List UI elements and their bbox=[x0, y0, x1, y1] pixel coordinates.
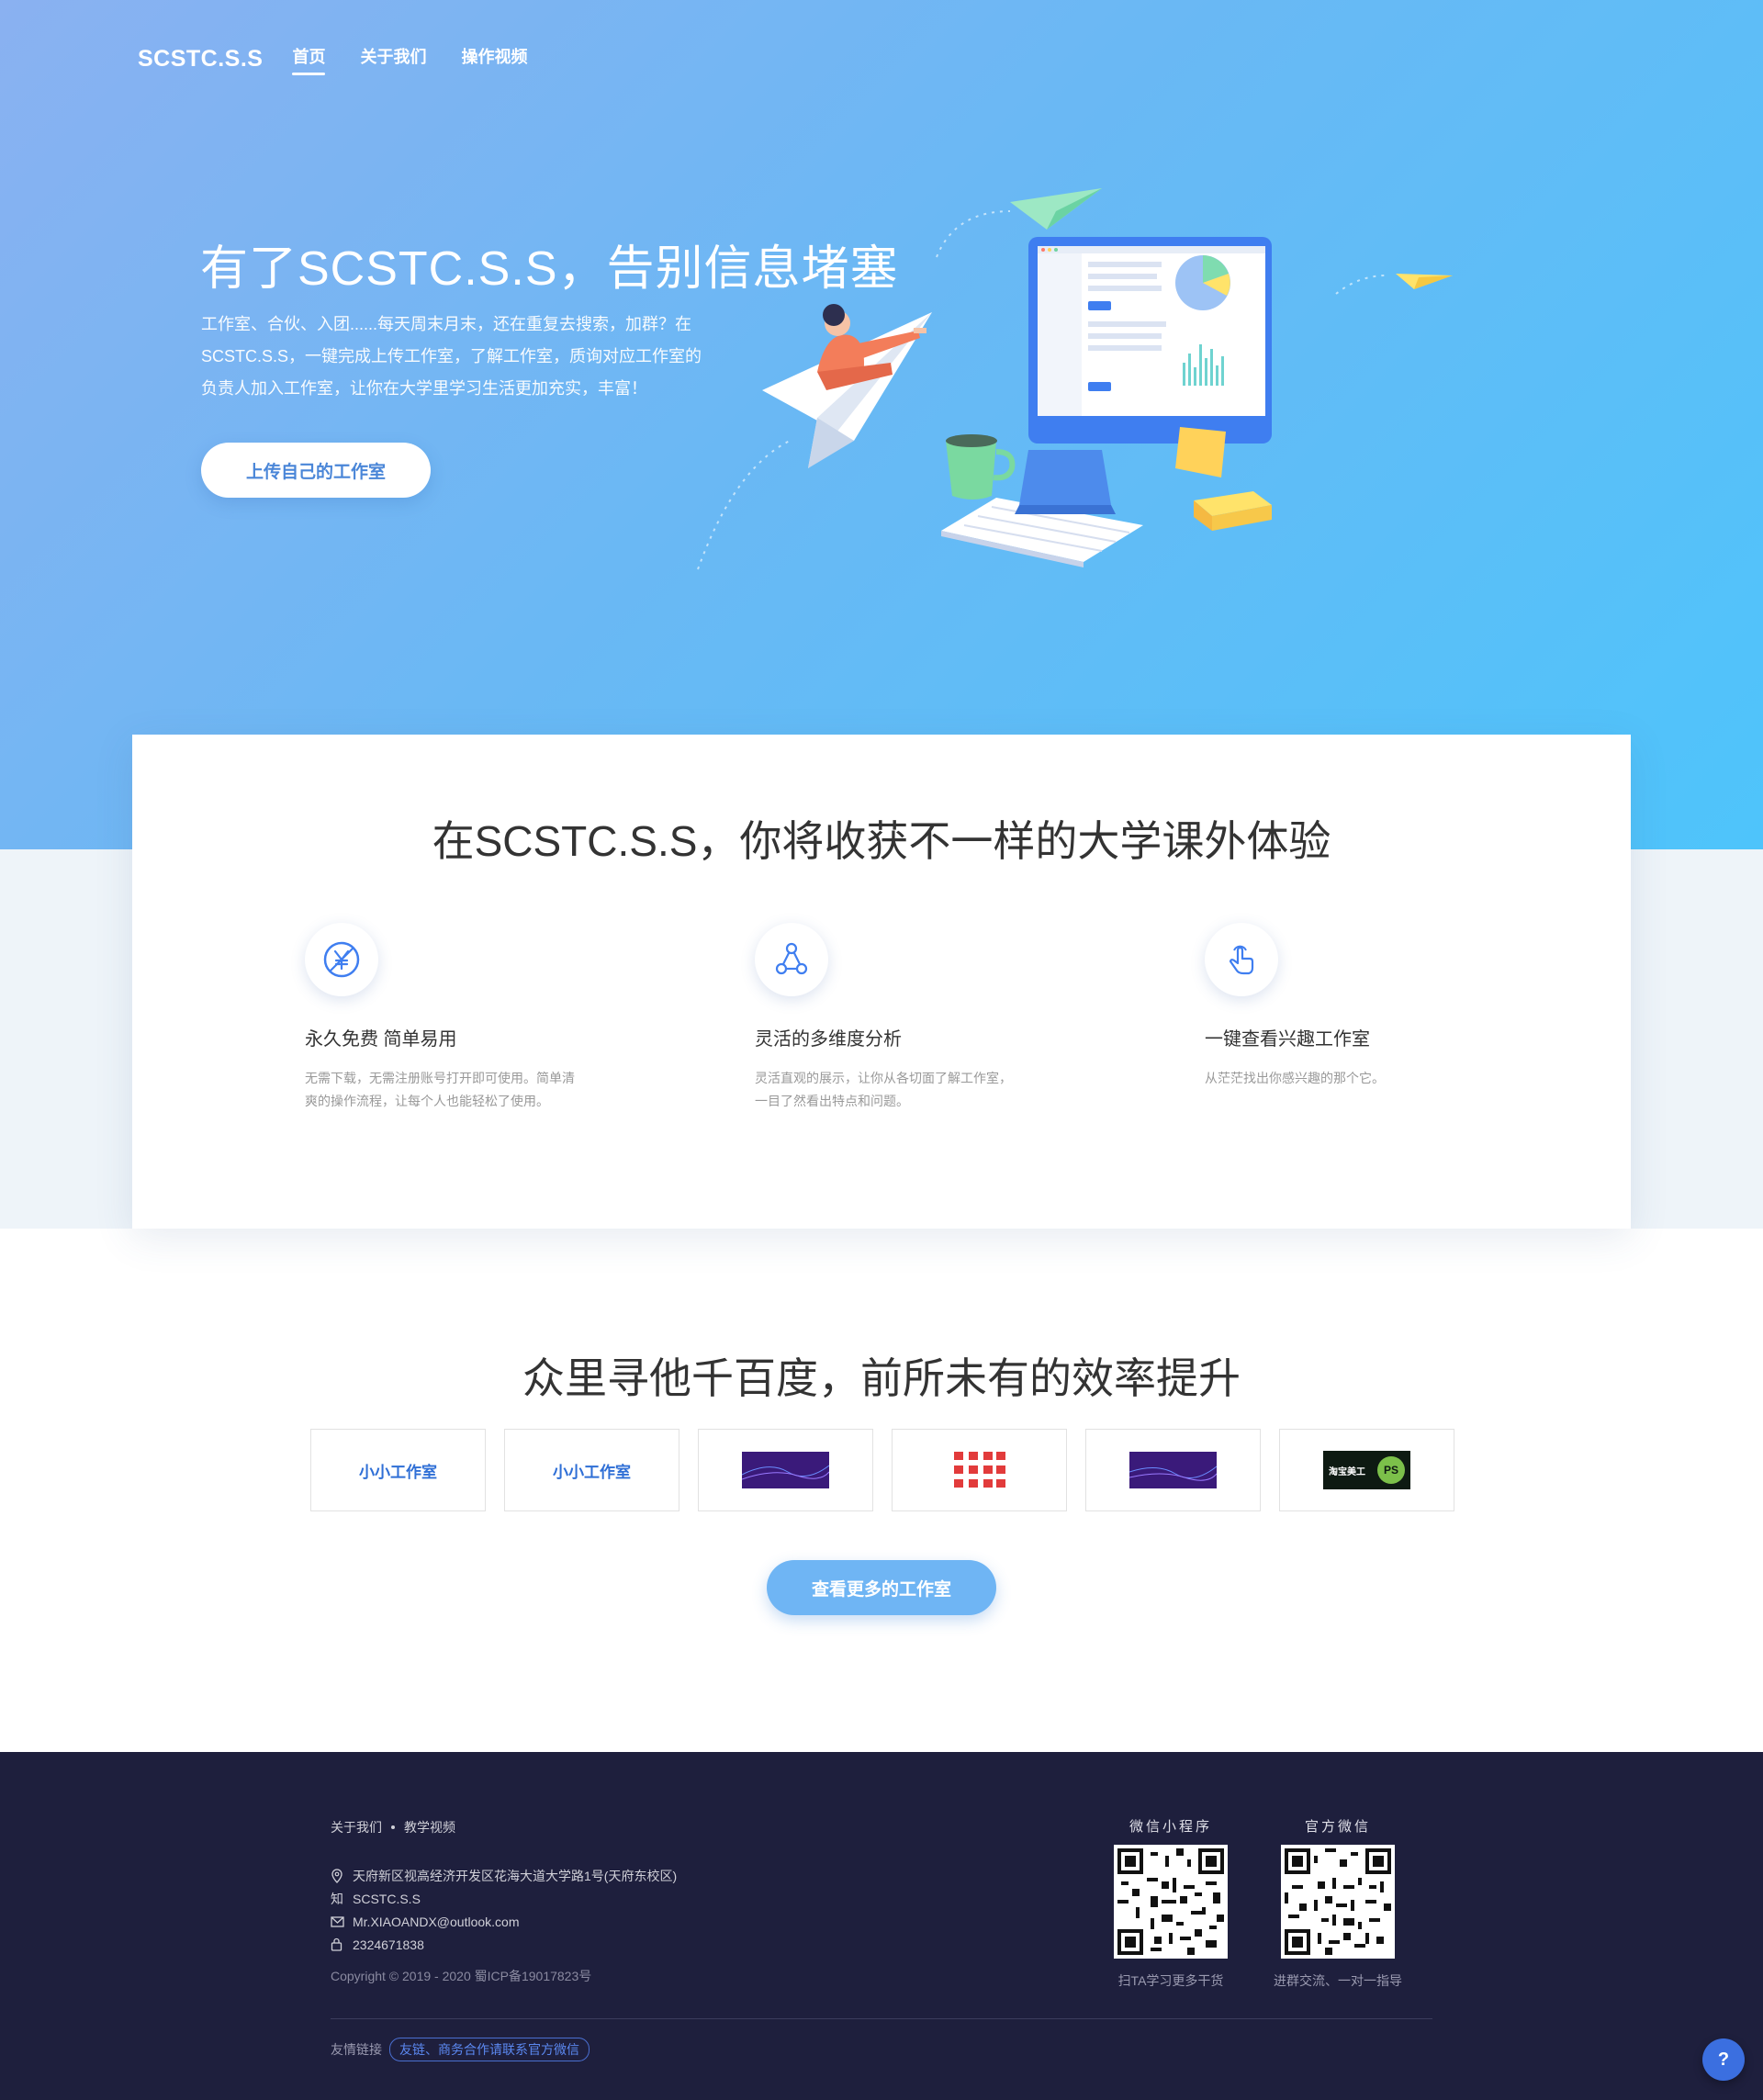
studio-logo-4-image bbox=[953, 1452, 1005, 1488]
studio-logo-3[interactable] bbox=[698, 1429, 873, 1511]
footer-phone-row: 2324671838 bbox=[331, 1933, 677, 1956]
studio-logo-6[interactable]: 淘宝美工 PS bbox=[1279, 1429, 1454, 1511]
nav-home[interactable]: 首页 bbox=[292, 44, 326, 75]
yellow-box bbox=[1194, 491, 1272, 531]
footer-divider bbox=[331, 2018, 1432, 2019]
feature-free-text: 无需下载，无需注册账号打开即可使用。简单清爽的操作流程，让每个人也能轻松了使用。 bbox=[305, 1071, 575, 1108]
studio-logo-5-image bbox=[1129, 1452, 1217, 1488]
studio-logo-3-image bbox=[742, 1452, 829, 1488]
coffee-mug bbox=[946, 434, 1016, 500]
paper-plane-person bbox=[762, 304, 932, 468]
nav-about[interactable]: 关于我们 bbox=[360, 44, 426, 73]
footer-links: 关于我们 教学视频 bbox=[331, 1818, 455, 1836]
location-pin-icon bbox=[331, 1868, 353, 1883]
studio-logo-1[interactable]: 小小工作室 bbox=[310, 1429, 486, 1511]
qr-code-icon bbox=[1114, 1845, 1228, 1959]
feature-interest-name: 一键查看兴趣工作室 bbox=[1205, 1029, 1370, 1050]
studio-logo-5[interactable] bbox=[1085, 1429, 1261, 1511]
monitor bbox=[1015, 237, 1272, 514]
studio-logo-1-text: 小小工作室 bbox=[359, 1463, 437, 1481]
qr-official-title: 官方微信 bbox=[1304, 1819, 1371, 1835]
features-card: 在SCSTC.S.S，你将收获不一样的大学课外体验 永久免费 简单易用 无需下载… bbox=[132, 735, 1631, 1229]
feature-interest: 一键查看兴趣工作室 从茫茫找出你感兴趣的那个它。 bbox=[1205, 923, 1480, 1090]
hero-description: 工作室、合伙、入团......每天周末月末，还在重复去搜索，加群？在SCSTC.… bbox=[201, 315, 702, 398]
features-title: 在SCSTC.S.S，你将收获不一样的大学课外体验 bbox=[432, 817, 1331, 865]
feature-analysis-name: 灵活的多维度分析 bbox=[755, 1029, 902, 1050]
yellow-paper-plane bbox=[1396, 274, 1453, 289]
qr-miniprogram-caption: 扫TA学习更多干货 bbox=[1117, 1973, 1224, 1988]
sticky-note bbox=[1175, 427, 1226, 477]
studios-title: 众里寻他千百度，前所未有的效率提升 bbox=[522, 1354, 1241, 1402]
friend-links-label: 友情链接 bbox=[331, 2042, 382, 2057]
help-button[interactable]: ? bbox=[1702, 2038, 1745, 2081]
upload-studio-button[interactable]: 上传自己的工作室 bbox=[201, 443, 431, 498]
qr-official-caption: 进群交流、一对一指导 bbox=[1274, 1973, 1402, 1988]
qr-miniprogram: 微信小程序 扫TA学习更多干货 bbox=[1102, 1816, 1240, 1990]
green-paper-plane bbox=[1010, 188, 1102, 230]
lock-icon bbox=[331, 1937, 353, 1951]
footer-link-about[interactable]: 关于我们 bbox=[331, 1818, 382, 1836]
footer-address: 天府新区视高经济开发区花海大道大学路1号(天府东校区) bbox=[353, 1868, 678, 1883]
studio-logo-6-text: 淘宝美工 bbox=[1329, 1466, 1365, 1477]
feature-analysis: 灵活的多维度分析 灵活直观的展示，让你从各切面了解工作室，一目了然看出特点和问题… bbox=[755, 923, 1030, 1113]
friend-links-tag[interactable]: 友链、商务合作请联系官方微信 bbox=[389, 2038, 590, 2061]
brand-logo[interactable]: SCSTC.S.S bbox=[138, 46, 263, 73]
footer-link-videos[interactable]: 教学视频 bbox=[404, 1818, 455, 1836]
footer-zhihu: SCSTC.S.S bbox=[353, 1891, 421, 1906]
ps-badge-icon: PS bbox=[1377, 1456, 1405, 1484]
network-icon bbox=[755, 923, 828, 996]
studio-logos: 小小工作室 小小工作室 淘宝美工 PS bbox=[310, 1429, 1454, 1511]
footer-copyright: Copyright © 2019 - 2020 蜀ICP备19017823号 bbox=[331, 1969, 592, 1983]
footer-phone: 2324671838 bbox=[353, 1937, 424, 1952]
footer-email[interactable]: Mr.XIAOANDX@outlook.com bbox=[353, 1915, 520, 1929]
mail-icon bbox=[331, 1915, 353, 1927]
qr-miniprogram-title: 微信小程序 bbox=[1129, 1819, 1212, 1835]
studio-logo-2-text: 小小工作室 bbox=[553, 1463, 631, 1481]
qr-official-wechat: 官方微信 进群交流、一对一指导 bbox=[1269, 1816, 1407, 1990]
top-nav: SCSTC.S.S 首页 关于我们 操作视频 bbox=[138, 40, 562, 77]
yen-icon bbox=[305, 923, 378, 996]
hero-illustration bbox=[697, 188, 1453, 570]
footer-zhihu-row: 知 SCSTC.S.S bbox=[331, 1887, 677, 1910]
footer-address-row: 天府新区视高经济开发区花海大道大学路1号(天府东校区) bbox=[331, 1864, 677, 1887]
footer-link-separator bbox=[391, 1825, 395, 1829]
zhihu-icon: 知 bbox=[331, 1891, 343, 1906]
footer: 关于我们 教学视频 天府新区视高经济开发区花海大道大学路1号(天府东校区) 知 … bbox=[0, 1752, 1763, 2100]
studio-logo-2[interactable]: 小小工作室 bbox=[504, 1429, 679, 1511]
nav-videos[interactable]: 操作视频 bbox=[461, 44, 527, 73]
pointer-hand-icon bbox=[1205, 923, 1278, 996]
feature-free-name: 永久免费 简单易用 bbox=[305, 1029, 457, 1050]
feature-analysis-text: 灵活直观的展示，让你从各切面了解工作室，一目了然看出特点和问题。 bbox=[755, 1071, 1012, 1108]
feature-free: 永久免费 简单易用 无需下载，无需注册账号打开即可使用。简单清爽的操作流程，让每… bbox=[305, 923, 580, 1113]
studio-logo-4[interactable] bbox=[892, 1429, 1067, 1511]
friend-links: 友情链接 友链、商务合作请联系官方微信 bbox=[331, 2038, 590, 2061]
studio-logo-6-image: 淘宝美工 PS bbox=[1323, 1451, 1410, 1489]
qr-code-icon bbox=[1281, 1845, 1395, 1959]
footer-email-row: Mr.XIAOANDX@outlook.com bbox=[331, 1910, 677, 1933]
feature-interest-text: 从茫茫找出你感兴趣的那个它。 bbox=[1205, 1071, 1385, 1085]
more-studios-button[interactable]: 查看更多的工作室 bbox=[767, 1560, 996, 1615]
footer-contact: 天府新区视高经济开发区花海大道大学路1号(天府东校区) 知 SCSTC.S.S … bbox=[331, 1864, 677, 1956]
